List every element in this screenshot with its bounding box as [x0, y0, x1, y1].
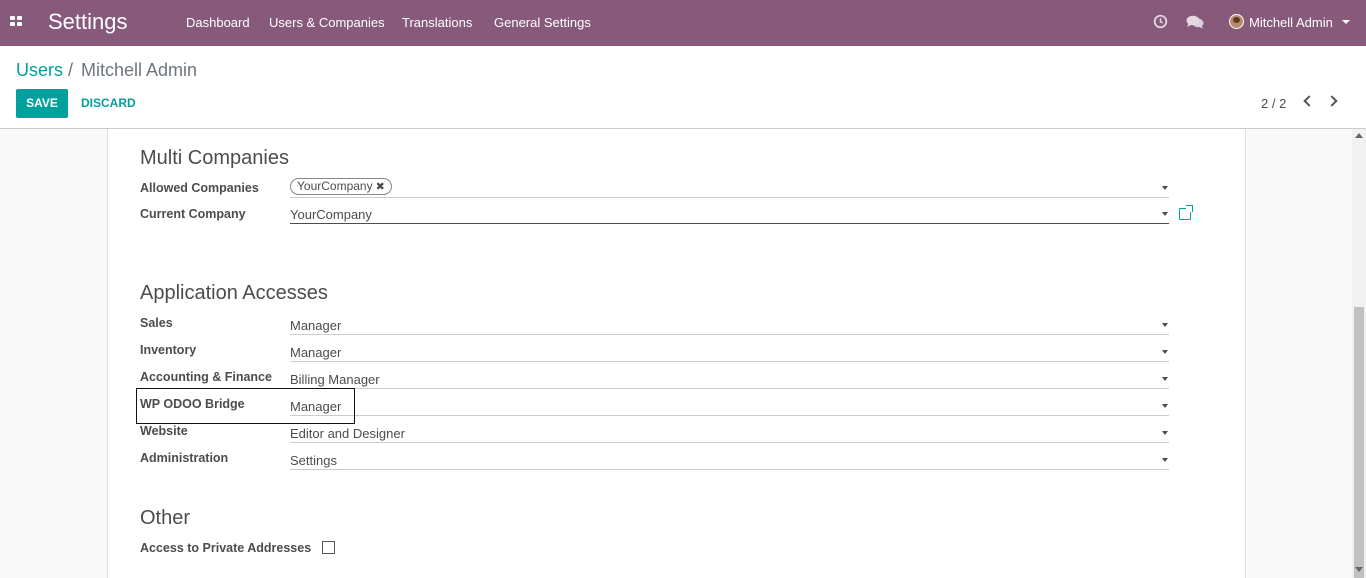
accounting-label: Accounting & Finance [140, 370, 272, 384]
chevron-left-icon[interactable] [1303, 95, 1315, 107]
caret-down-icon[interactable] [1162, 458, 1168, 462]
current-company-value: YourCompany [290, 207, 372, 222]
chevron-right-icon[interactable] [1326, 95, 1338, 107]
website-label: Website [140, 424, 188, 438]
inventory-select[interactable]: Manager [290, 342, 1169, 362]
scroll-down-arrow-icon[interactable] [1355, 567, 1363, 572]
form-sheet: Multi Companies Allowed Companies YourCo… [107, 129, 1246, 578]
caret-down-icon[interactable] [1162, 431, 1168, 435]
inventory-label: Inventory [140, 343, 197, 357]
clock-icon[interactable] [1153, 14, 1168, 29]
section-application-accesses: Application Accesses [140, 282, 328, 304]
menu-general-settings[interactable]: General Settings [494, 15, 591, 30]
wp-odoo-bridge-select[interactable]: Manager [290, 396, 1169, 416]
private-addresses-checkbox[interactable] [322, 541, 335, 554]
caret-down-icon[interactable] [1162, 377, 1168, 381]
apps-grid-icon[interactable] [10, 16, 23, 28]
app-title: Settings [48, 9, 128, 34]
wp-odoo-bridge-label: WP ODOO Bridge [140, 397, 245, 411]
caret-down-icon[interactable] [1162, 323, 1168, 327]
save-button[interactable]: SAVE [16, 89, 68, 118]
company-tag: YourCompany ✖ [290, 178, 392, 195]
administration-label: Administration [140, 451, 229, 465]
breadcrumb-separator: / [68, 60, 74, 80]
user-menu-name[interactable]: Mitchell Admin [1249, 15, 1333, 30]
private-addresses-label: Access to Private Addresses [140, 541, 312, 555]
administration-value: Settings [290, 453, 337, 468]
top-navbar: Settings Dashboard Users & Companies Tra… [0, 0, 1366, 46]
chat-icon[interactable] [1186, 15, 1204, 29]
menu-translations[interactable]: Translations [402, 15, 472, 30]
form-content: Multi Companies Allowed Companies YourCo… [0, 129, 1352, 578]
sales-label: Sales [140, 316, 173, 330]
scroll-thumb[interactable] [1354, 307, 1364, 578]
scrollbar[interactable] [1352, 129, 1366, 578]
menu-users-companies[interactable]: Users & Companies [269, 15, 385, 30]
website-select[interactable]: Editor and Designer [290, 423, 1169, 443]
current-company-field[interactable]: YourCompany [290, 204, 1169, 224]
current-company-label: Current Company [140, 207, 246, 221]
sales-select[interactable]: Manager [290, 315, 1169, 335]
remove-tag-icon[interactable]: ✖ [376, 181, 385, 193]
breadcrumb-users[interactable]: Users [16, 60, 63, 81]
menu-dashboard[interactable]: Dashboard [186, 15, 250, 30]
inventory-value: Manager [290, 345, 342, 360]
caret-down-icon[interactable] [1162, 212, 1168, 216]
administration-select[interactable]: Settings [290, 450, 1169, 470]
caret-down-icon[interactable] [1162, 404, 1168, 408]
accounting-value: Billing Manager [290, 372, 380, 387]
avatar[interactable] [1229, 14, 1244, 29]
control-panel: Users / Mitchell Admin SAVE DISCARD 2 / … [0, 46, 1366, 129]
caret-down-icon[interactable] [1162, 186, 1168, 190]
section-other: Other [140, 507, 191, 529]
allowed-companies-field[interactable]: YourCompany ✖ [290, 178, 1169, 198]
discard-button[interactable]: DISCARD [81, 96, 136, 110]
pager-value[interactable]: 2 / 2 [1261, 96, 1286, 111]
scroll-up-arrow-icon[interactable] [1355, 133, 1363, 138]
breadcrumb-current: Mitchell Admin [81, 60, 198, 80]
sales-value: Manager [290, 318, 342, 333]
caret-down-icon[interactable] [1342, 20, 1350, 24]
caret-down-icon[interactable] [1162, 350, 1168, 354]
external-link-icon[interactable] [1179, 205, 1193, 220]
wp-odoo-bridge-value: Manager [290, 399, 342, 414]
allowed-companies-label: Allowed Companies [140, 181, 259, 195]
section-multi-companies: Multi Companies [140, 147, 289, 169]
accounting-select[interactable]: Billing Manager [290, 369, 1169, 389]
website-value: Editor and Designer [290, 426, 405, 441]
company-tag-label: YourCompany [297, 179, 373, 193]
